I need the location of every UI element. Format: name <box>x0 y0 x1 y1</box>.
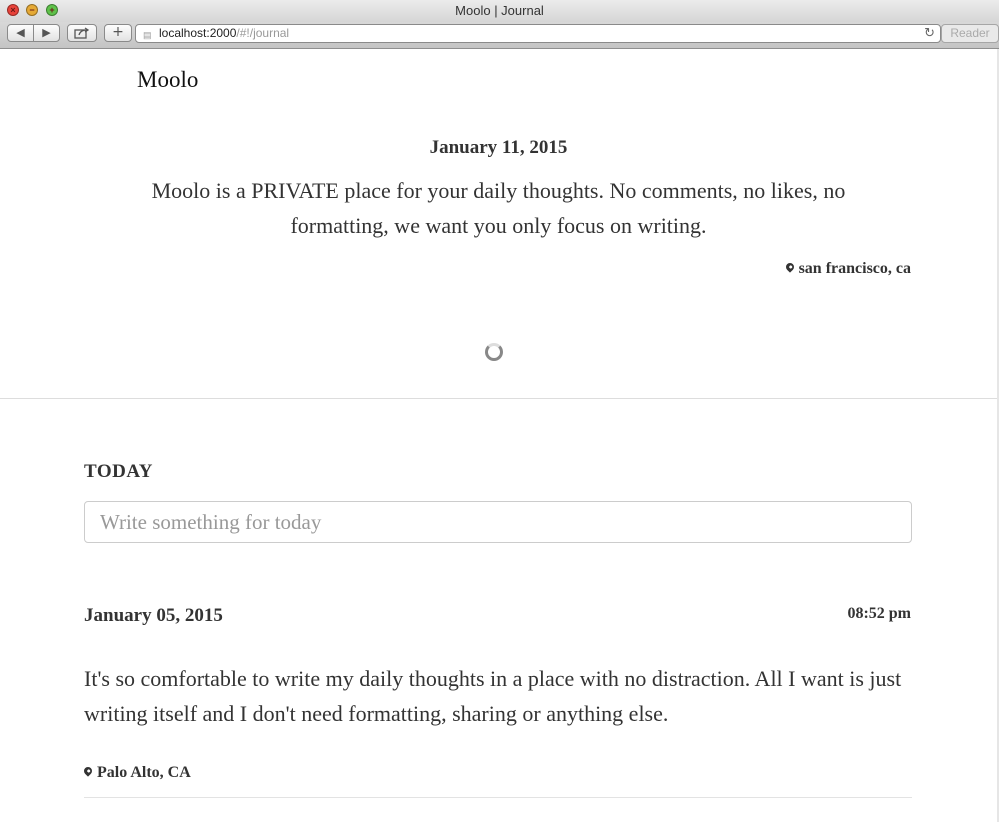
featured-entry-text: Moolo is a PRIVATE place for your daily … <box>151 178 846 238</box>
entry-divider <box>84 797 912 798</box>
share-button[interactable] <box>67 24 97 42</box>
reload-icon[interactable]: ↻ <box>924 25 935 42</box>
share-icon <box>74 27 90 39</box>
page-content: Moolo January 11, 2015 Moolo is a PRIVAT… <box>0 49 999 822</box>
window-title-bar: × − + Moolo | Journal <box>0 0 999 22</box>
window-title: Moolo | Journal <box>455 3 544 18</box>
page-favicon-icon: ▤ <box>143 30 152 40</box>
new-tab-button[interactable]: + <box>104 24 132 42</box>
brand-logo[interactable]: Moolo <box>137 67 198 93</box>
new-entry-input[interactable] <box>84 501 912 543</box>
entry-location: Palo Alto, CA <box>82 764 191 782</box>
back-arrow-icon: ◀ <box>16 26 25 39</box>
entry-date: January 05, 2015 <box>84 605 223 626</box>
loading-spinner-icon <box>485 343 503 361</box>
featured-entry-location: san francisco, ca <box>783 260 911 278</box>
browser-toolbar: ◀ ▶ + ▤ localhost:2000/#!/journal ↻ Read… <box>0 22 999 49</box>
maximize-icon: + <box>49 5 55 15</box>
today-heading: TODAY <box>84 461 154 482</box>
maximize-window-button[interactable]: + <box>46 4 58 16</box>
reader-button[interactable]: Reader <box>941 24 999 43</box>
featured-entry-date: January 11, 2015 <box>429 137 568 158</box>
minimize-window-button[interactable]: − <box>26 4 38 16</box>
forward-arrow-icon: ▶ <box>42 26 51 39</box>
url-host: localhost:2000 <box>159 26 237 40</box>
back-button[interactable]: ◀ <box>7 24 34 42</box>
entry-location-label: Palo Alto, CA <box>97 764 191 781</box>
url-path: /#!/journal <box>236 26 290 40</box>
section-divider <box>0 398 997 399</box>
entry-time: 08:52 pm <box>847 605 911 622</box>
map-pin-icon <box>783 261 796 273</box>
map-pin-icon <box>82 765 94 777</box>
close-window-button[interactable]: × <box>7 4 19 16</box>
plus-icon: + <box>112 24 124 40</box>
forward-button[interactable]: ▶ <box>33 24 60 42</box>
featured-location-label: san francisco, ca <box>798 260 911 277</box>
minimize-icon: − <box>29 5 35 15</box>
entry-text: It's so comfortable to write my daily th… <box>84 666 902 726</box>
address-bar[interactable]: ▤ localhost:2000/#!/journal ↻ <box>135 24 941 43</box>
close-icon: × <box>10 5 16 15</box>
